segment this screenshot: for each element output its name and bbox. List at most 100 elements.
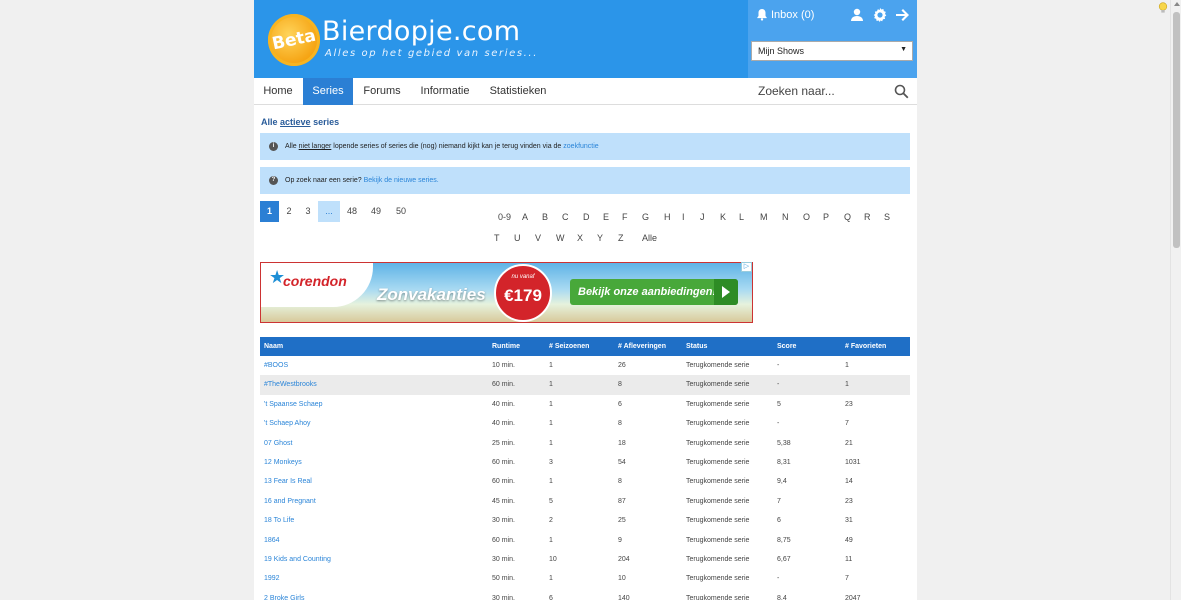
- scroll-up-arrow-icon[interactable]: [1174, 2, 1180, 6]
- series-name-link[interactable]: #TheWestbrooks: [264, 375, 317, 394]
- alphabet-letter-link[interactable]: B: [542, 212, 548, 222]
- ad-choices-icon[interactable]: ▷: [741, 262, 752, 272]
- series-name-link[interactable]: 07 Ghost: [264, 434, 292, 453]
- nav-item-statistieken[interactable]: Statistieken: [482, 78, 554, 105]
- page-link[interactable]: 48: [344, 201, 360, 222]
- series-name-link[interactable]: 't Spaanse Schaep: [264, 395, 323, 414]
- alphabet-letter-link[interactable]: C: [562, 212, 569, 222]
- nav-item-forums[interactable]: Forums: [354, 78, 410, 105]
- series-name-link[interactable]: 12 Monkeys: [264, 453, 302, 472]
- table-cell: 9,4: [777, 478, 787, 486]
- series-name-link[interactable]: 1992: [264, 569, 280, 588]
- ad-headline: Zonvakanties: [377, 285, 486, 304]
- series-name-link[interactable]: 't Schaep Ahoy: [264, 414, 310, 433]
- series-name-link[interactable]: 19 Kids and Counting: [264, 550, 331, 569]
- user-icon[interactable]: [849, 7, 865, 23]
- table-cell: 6: [777, 517, 781, 525]
- alphabet-letter-link[interactable]: G: [642, 212, 649, 222]
- alphabet-letter-link[interactable]: M: [760, 212, 768, 222]
- series-name-link[interactable]: 2 Broke Girls: [264, 589, 304, 600]
- series-name-link[interactable]: 18 To Life: [264, 511, 294, 530]
- column-header[interactable]: # Favorieten: [845, 337, 886, 356]
- page-link[interactable]: 50: [393, 201, 409, 222]
- nav-item-series[interactable]: Series: [303, 78, 353, 105]
- alphabet-letter-link[interactable]: X: [577, 233, 583, 243]
- table-cell: Terugkomende serie: [686, 536, 750, 544]
- table-cell: 60 min.: [492, 459, 515, 466]
- series-name-link[interactable]: 1864: [264, 531, 280, 550]
- table-cell: 40 min.: [492, 420, 515, 428]
- alphabet-letter-link[interactable]: W: [556, 233, 565, 243]
- alphabet-letter-link[interactable]: P: [823, 212, 829, 222]
- table-cell: 7: [845, 575, 849, 583]
- zoekfunctie-link[interactable]: zoekfunctie: [563, 143, 598, 150]
- play-arrow-icon: [714, 279, 738, 305]
- table-row: 16 and Pregnant 45 min. 5 87 Terugkomende se…: [260, 492, 910, 511]
- logout-arrow-icon[interactable]: [894, 7, 910, 23]
- alphabet-letter-link[interactable]: F: [622, 212, 628, 222]
- column-header[interactable]: Naam: [264, 337, 283, 356]
- title-active-link[interactable]: actieve: [280, 117, 311, 127]
- column-header[interactable]: # Seizoenen: [549, 337, 589, 356]
- alphabet-letter-link[interactable]: Z: [618, 233, 624, 243]
- series-name-link[interactable]: #BOOS: [264, 356, 288, 375]
- series-name-link[interactable]: 13 Fear Is Real: [264, 472, 312, 491]
- site-logo[interactable]: Beta Bierdopje.com Alles op het gebied v…: [268, 12, 568, 72]
- table-row: 13 Fear Is Real 60 min. 1 8 Terugkomende ser…: [260, 472, 910, 491]
- table-header: Naam Runtime # Seizoenen # Afleveringen Stat…: [260, 337, 910, 356]
- alphabet-letter-link[interactable]: 0-9: [498, 212, 511, 222]
- table-cell: 5,38: [777, 439, 791, 447]
- alphabet-letter-link[interactable]: Alle: [642, 233, 657, 243]
- series-name-link[interactable]: 16 and Pregnant: [264, 492, 316, 511]
- page-scrollbar[interactable]: [1170, 0, 1181, 600]
- new-series-link[interactable]: Bekijk de nieuwe series.: [364, 177, 439, 184]
- search-input[interactable]: Zoeken naar...: [758, 78, 835, 105]
- alphabet-letter-link[interactable]: T: [494, 233, 500, 243]
- table-cell: 21: [845, 439, 853, 447]
- column-header[interactable]: Score: [777, 337, 796, 356]
- alphabet-letter-link[interactable]: R: [864, 212, 871, 222]
- my-shows-select[interactable]: Mijn Shows ▼: [751, 41, 913, 61]
- lightbulb-icon[interactable]: [1158, 2, 1168, 14]
- page-link[interactable]: 2: [283, 201, 295, 222]
- page-link[interactable]: 1: [260, 201, 279, 222]
- scroll-thumb[interactable]: [1173, 12, 1180, 248]
- alphabet-letter-link[interactable]: O: [803, 212, 810, 222]
- alphabet-letter-link[interactable]: H: [664, 212, 671, 222]
- column-header[interactable]: Status: [686, 337, 707, 356]
- alphabet-letter-link[interactable]: N: [782, 212, 789, 222]
- alphabet-letter-link[interactable]: L: [739, 212, 744, 222]
- table-cell: 1: [549, 381, 553, 389]
- page-link[interactable]: 3: [302, 201, 314, 222]
- gear-icon[interactable]: [872, 7, 888, 23]
- inbox-link[interactable]: Inbox (0): [756, 8, 814, 21]
- alphabet-letter-link[interactable]: K: [720, 212, 726, 222]
- alphabet-letter-link[interactable]: E: [603, 212, 609, 222]
- search-icon[interactable]: [894, 84, 909, 99]
- table-cell: 1: [845, 362, 849, 369]
- alphabet-letter-link[interactable]: S: [884, 212, 890, 222]
- ad-cta-label: Bekijk onze aanbiedingen!: [578, 286, 717, 298]
- info-box-new-series: ? Op zoek naar een serie? Bekijk de nieu…: [260, 167, 910, 194]
- ad-banner[interactable]: ★ corendon Zonvakanties nu vanaf €179 Be…: [260, 262, 753, 323]
- alphabet-letter-link[interactable]: Q: [844, 212, 851, 222]
- alphabet-letter-link[interactable]: I: [682, 212, 685, 222]
- table-cell: 23: [845, 497, 853, 505]
- alphabet-letter-link[interactable]: Y: [597, 233, 603, 243]
- table-cell: 1: [549, 575, 553, 583]
- alphabet-letter-link[interactable]: J: [700, 212, 705, 222]
- column-header[interactable]: # Afleveringen: [618, 337, 666, 356]
- alphabet-letter-link[interactable]: A: [522, 212, 528, 222]
- table-row: 12 Monkeys 60 min. 3 54 Terugkomende serie 8,…: [260, 453, 910, 472]
- page-ellipsis: ...: [318, 201, 340, 222]
- alphabet-letter-link[interactable]: U: [514, 233, 521, 243]
- nav-item-home[interactable]: Home: [254, 78, 302, 105]
- nav-item-informatie[interactable]: Informatie: [412, 78, 478, 105]
- column-header[interactable]: Runtime: [492, 337, 520, 356]
- table-cell: 49: [845, 536, 853, 544]
- table-cell: 87: [618, 497, 626, 505]
- alphabet-letter-link[interactable]: V: [535, 233, 541, 243]
- page-link[interactable]: 49: [368, 201, 384, 222]
- ad-cta-button[interactable]: Bekijk onze aanbiedingen!: [570, 279, 738, 305]
- alphabet-letter-link[interactable]: D: [583, 212, 590, 222]
